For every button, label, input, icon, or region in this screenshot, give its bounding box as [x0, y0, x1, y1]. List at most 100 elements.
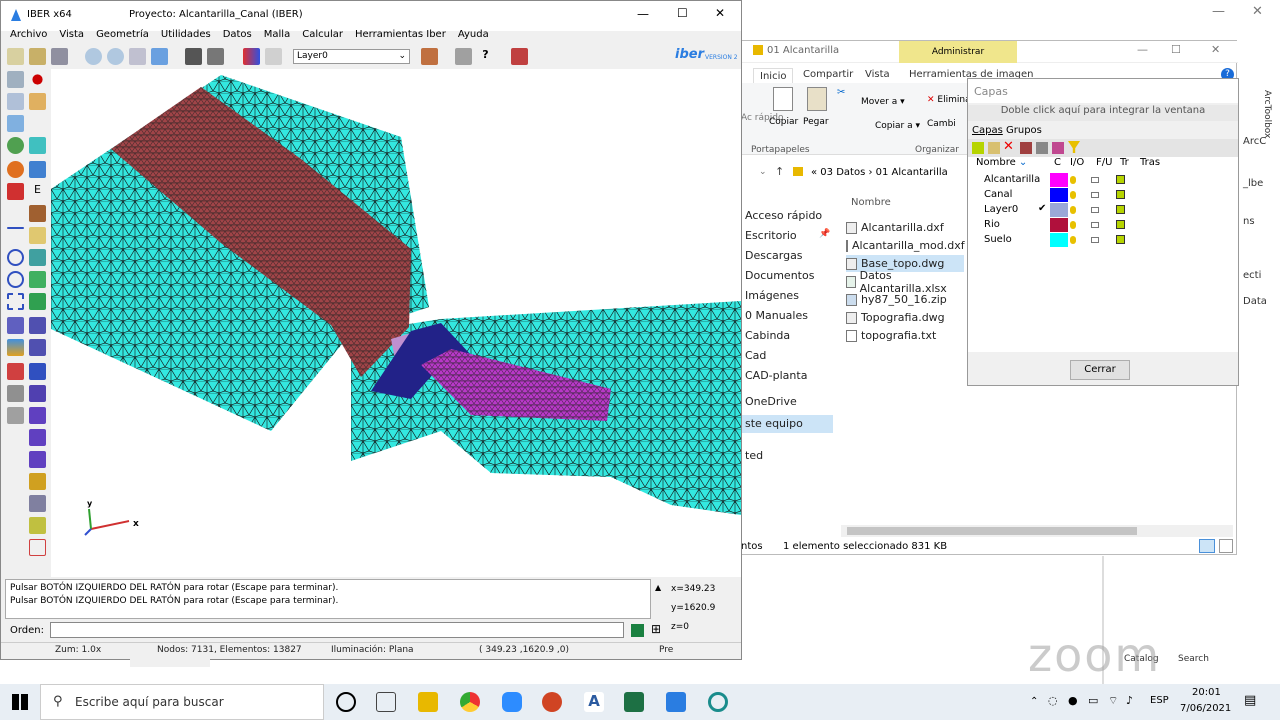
zoom-out-icon[interactable] [7, 115, 24, 132]
menu-ayuda[interactable]: Ayuda [458, 29, 489, 45]
bulb-icon[interactable] [1070, 176, 1076, 184]
transparency-icon[interactable] [1116, 175, 1125, 184]
pencil-icon[interactable] [29, 517, 46, 534]
copy-icon[interactable] [773, 87, 793, 111]
nav-item[interactable]: Documentos [745, 269, 814, 282]
volume-icon[interactable] [29, 161, 46, 178]
offset-icon[interactable] [29, 407, 46, 424]
point-icon[interactable] [32, 74, 43, 85]
tab-compartir[interactable]: Compartir [803, 69, 853, 80]
rectangle-icon[interactable] [7, 293, 24, 310]
chrome-icon[interactable] [460, 692, 480, 712]
details-view-icon[interactable] [1199, 539, 1215, 553]
layer-stack-icon[interactable] [1020, 142, 1032, 154]
lock-icon[interactable] [1091, 237, 1099, 243]
taskbar-search[interactable]: ⚲ Escribe aquí para buscar [40, 684, 324, 720]
rotate-icon[interactable] [107, 48, 124, 65]
powerpoint-icon[interactable] [542, 692, 562, 712]
zoom-icon[interactable] [129, 48, 146, 65]
sphere-icon[interactable] [7, 161, 24, 178]
intersect-icon[interactable] [29, 451, 46, 468]
minimize-icon[interactable]: — [637, 7, 649, 21]
iber-taskbar-icon[interactable] [666, 692, 686, 712]
sweep-icon[interactable] [29, 429, 46, 446]
transparency-icon[interactable] [1116, 220, 1125, 229]
layer-stack-icon[interactable] [421, 48, 438, 65]
layers-icon[interactable] [265, 48, 282, 65]
nav-item[interactable]: OneDrive [745, 395, 797, 408]
camera-icon[interactable] [185, 48, 202, 65]
bulb-icon[interactable] [1070, 221, 1076, 229]
layer-row[interactable]: Layer0 ✔ [976, 203, 1156, 218]
volume-icon[interactable] [7, 339, 24, 356]
tab-capas[interactable]: Capas [972, 125, 1003, 136]
maximize-icon[interactable]: ☐ [677, 6, 688, 20]
layer-stack-icon[interactable] [29, 205, 46, 222]
column-header-tras[interactable]: Tras [1140, 157, 1160, 168]
scale-icon[interactable] [29, 385, 46, 402]
column-header-fu[interactable]: F/U [1096, 157, 1112, 168]
help-icon[interactable]: ? [477, 48, 494, 65]
dock-hint[interactable]: Doble click aquí para integrar la ventan… [968, 105, 1238, 121]
mesh-icon[interactable] [29, 249, 46, 266]
layer-color-swatch[interactable] [1050, 188, 1068, 202]
battery-icon[interactable]: ▭ [1088, 694, 1098, 707]
tray-chevron-icon[interactable]: ⌃ [1030, 696, 1038, 707]
notifications-icon[interactable]: ▤ [1244, 693, 1256, 708]
wifi-icon[interactable]: ⌔ [1108, 694, 1118, 708]
command-input[interactable] [50, 622, 624, 638]
menu-calcular[interactable]: Calcular [302, 29, 343, 45]
rotate-icon[interactable] [85, 48, 102, 65]
lock-icon[interactable] [1091, 207, 1099, 213]
file-explorer-icon[interactable] [418, 692, 438, 712]
list-icon[interactable] [7, 385, 24, 402]
menu-geometria[interactable]: Geometría [96, 29, 149, 45]
split-icon[interactable] [29, 473, 46, 490]
scrollbar-thumb[interactable] [847, 527, 1137, 535]
layer-color-swatch[interactable] [1050, 218, 1068, 232]
open-icon[interactable] [29, 48, 46, 65]
text-icon[interactable]: E [29, 183, 46, 200]
column-header-io[interactable]: I/O [1070, 157, 1084, 168]
layer-select[interactable]: Layer0 ⌄ [293, 49, 410, 64]
lock-icon[interactable] [1091, 192, 1099, 198]
copy-to-button[interactable]: Copiar a ▾ [875, 121, 920, 131]
move-icon[interactable] [29, 339, 46, 356]
nav-item[interactable]: 0 Manuales [745, 309, 808, 322]
folder-icon[interactable] [988, 142, 1000, 154]
layers-color-icon[interactable] [1052, 142, 1064, 154]
lock-icon[interactable] [1091, 177, 1099, 183]
nav-item[interactable]: Escritorio [745, 229, 797, 242]
mesh-viewport[interactable]: x y [51, 69, 741, 577]
language-indicator[interactable]: ESP [1150, 695, 1169, 706]
close-icon[interactable]: ✕ [1252, 4, 1263, 19]
grid-icon[interactable]: ⊞ [651, 622, 661, 636]
mesh-icon[interactable] [29, 271, 46, 288]
arctoolbox-tab[interactable]: ArcToolbox [1262, 90, 1272, 138]
bulb-icon[interactable] [1070, 206, 1076, 214]
copy-button[interactable]: Copiar [769, 117, 798, 127]
lock-icon[interactable] [1091, 222, 1099, 228]
manage-tab[interactable]: Administrar [899, 41, 1017, 63]
delete-button[interactable]: ✕ Elimina [927, 95, 971, 105]
cortana-icon[interactable] [336, 692, 356, 712]
menu-malla[interactable]: Malla [264, 29, 290, 45]
zoom-app-icon[interactable] [502, 692, 522, 712]
transparency-icon[interactable] [1116, 205, 1125, 214]
column-header-tr[interactable]: Tr [1120, 157, 1129, 168]
clock-time[interactable]: 20:01 [1192, 687, 1221, 698]
file-item[interactable]: Datos Alcantarilla.xlsx [846, 269, 964, 295]
menu-vista[interactable]: Vista [59, 29, 84, 45]
layer-color-swatch[interactable] [1050, 173, 1068, 187]
menu-herramientas-iber[interactable]: Herramientas Iber [355, 29, 446, 45]
nav-item-selected[interactable]: ste equipo [741, 415, 833, 433]
layer-color-swatch[interactable] [1050, 203, 1068, 217]
breadcrumb-item[interactable]: 01 Alcantarilla [876, 167, 948, 178]
zoom-icon[interactable] [7, 71, 24, 88]
network-icon[interactable]: ◌ [1048, 694, 1058, 707]
rotate-icon[interactable] [29, 363, 46, 380]
breadcrumb[interactable]: « 03 Datos › 01 Alcantarilla [811, 167, 948, 178]
move-to-button[interactable]: Mover a ▾ [861, 97, 905, 107]
file-item[interactable]: Alcantarilla_mod.dxf [846, 237, 965, 254]
rename-button[interactable]: Cambi [927, 119, 956, 129]
